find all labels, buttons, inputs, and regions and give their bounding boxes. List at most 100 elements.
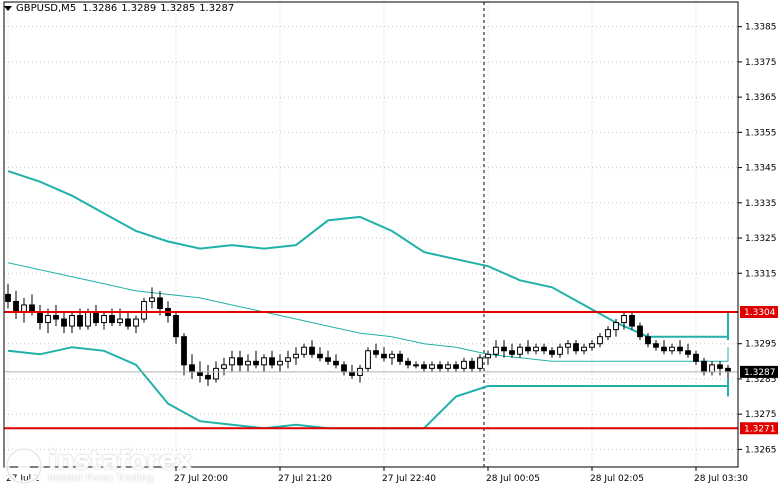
candle-body (629, 315, 635, 327)
chart-header: GBPUSD,M5 1.3286 1.3289 1.3285 1.3287 (4, 3, 238, 14)
ytick-label: 1.3285 (745, 375, 777, 385)
quote-high: 1.3289 (121, 3, 157, 14)
candles (5, 283, 731, 386)
candle-body (453, 364, 459, 369)
candle-body (245, 360, 251, 366)
candle-body (229, 357, 235, 366)
candle-body (701, 360, 707, 373)
candle-body (205, 374, 211, 380)
candle-body (365, 350, 371, 369)
brand-tagline: Instant Forex Trading (48, 473, 154, 484)
candle-body (285, 357, 291, 362)
candle-body (469, 360, 475, 369)
candle-body (725, 367, 731, 373)
candle-body (493, 346, 499, 355)
candle-body (525, 346, 531, 352)
candle-body (613, 322, 619, 331)
candle-body (109, 315, 115, 324)
symbol-label: GBPUSD,M5 (16, 3, 77, 14)
ytick-label: 1.3265 (745, 445, 777, 455)
candle-body (621, 315, 627, 324)
xtick-label: 28 Jul 02:05 (590, 474, 644, 484)
watermark-logo: instaforex Instant Forex Trading (4, 446, 193, 486)
candle-body (709, 364, 715, 373)
candle-body (157, 297, 163, 309)
candle-body (133, 318, 139, 327)
candle-body (173, 315, 179, 338)
candle-body (317, 353, 323, 359)
level-tag-label: 1.3271 (744, 424, 776, 434)
candle-body (117, 318, 123, 324)
candle-body (477, 357, 483, 369)
candle-body (389, 353, 395, 359)
candle-body (565, 343, 571, 348)
xtick-label: 27 Jul 21:20 (278, 474, 332, 484)
instaforex-logo-icon (4, 446, 44, 486)
candle-body (445, 364, 451, 369)
candle-body (437, 364, 443, 369)
candle-body (45, 315, 51, 324)
axes: 1.33851.33751.33651.33551.33451.33351.33… (3, 1, 777, 484)
quote-close: 1.3287 (199, 3, 235, 14)
candle-body (669, 346, 675, 352)
candle-body (101, 315, 107, 324)
candle-body (685, 350, 691, 355)
candle-body (29, 304, 35, 313)
quote-low: 1.3285 (160, 3, 196, 14)
candle-body (693, 353, 699, 362)
candle-body (541, 346, 547, 352)
dropdown-triangle-icon[interactable] (4, 5, 12, 11)
candle-body (381, 353, 387, 359)
level-tag-label: 1.3304 (744, 308, 776, 318)
candle-body (53, 315, 59, 320)
candle-body (309, 346, 315, 355)
candle-body (581, 346, 587, 352)
candle-body (645, 336, 651, 345)
candle-body (373, 350, 379, 355)
candle-body (557, 346, 563, 355)
candle-body (509, 350, 515, 355)
candle-body (501, 346, 507, 352)
candle-body (61, 318, 67, 327)
ytick-label: 1.3315 (745, 269, 777, 279)
candle-body (37, 311, 43, 324)
ytick-label: 1.3365 (745, 93, 777, 103)
candle-body (677, 346, 683, 352)
ytick-label: 1.3385 (745, 23, 777, 33)
candle-body (589, 343, 595, 348)
candle-body (149, 297, 155, 302)
xtick-label: 28 Jul 00:05 (486, 474, 540, 484)
candle-body (413, 364, 419, 367)
ytick-label: 1.3375 (745, 58, 777, 68)
candle-body (237, 357, 243, 366)
candle-body (253, 360, 259, 366)
candle-body (141, 300, 147, 320)
candle-body (301, 346, 307, 355)
plot-frame (3, 1, 739, 468)
candle-body (717, 364, 723, 369)
candle-body (405, 360, 411, 366)
candle-body (461, 360, 467, 369)
candle-body (661, 346, 667, 352)
ytick-label: 1.3345 (745, 164, 777, 174)
ytick-label: 1.3325 (745, 234, 777, 244)
candle-body (549, 350, 555, 355)
candle-body (333, 360, 339, 366)
candle-body (269, 357, 275, 366)
candle-body (421, 364, 427, 369)
ytick-label: 1.3275 (745, 410, 777, 420)
candle-body (21, 304, 27, 313)
candle-body (293, 353, 299, 359)
candle-body (13, 300, 19, 313)
ytick-label: 1.3295 (745, 340, 777, 350)
candle-body (221, 364, 227, 369)
candle-body (189, 364, 195, 373)
candle-body (533, 346, 539, 352)
grid (4, 2, 738, 467)
candle-body (181, 336, 187, 366)
candle-body (573, 343, 579, 352)
candle-body (77, 315, 83, 327)
candle-body (485, 353, 491, 359)
candle-body (341, 364, 347, 373)
candle-body (429, 364, 435, 369)
